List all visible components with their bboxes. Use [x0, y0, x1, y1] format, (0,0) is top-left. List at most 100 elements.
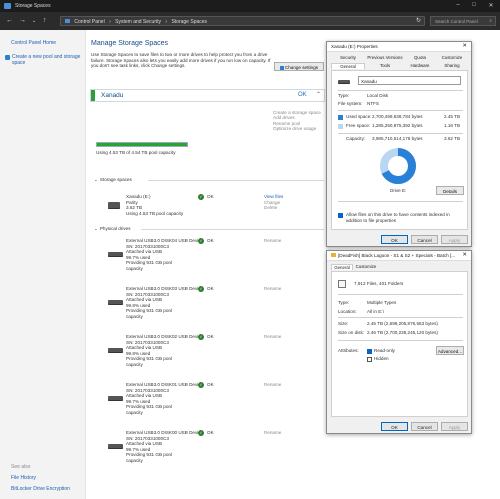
tab-customize[interactable]: Customize: [353, 264, 379, 269]
details-button[interactable]: Details: [436, 186, 464, 195]
drive-properties-dialog: Xanadu (E:) Properties ✕ Security Previo…: [326, 41, 472, 247]
control-panel-home-link[interactable]: Control Panel Home: [11, 40, 56, 46]
ok-button[interactable]: OK: [381, 235, 408, 244]
view-files-link[interactable]: View files: [264, 194, 283, 200]
cancel-button[interactable]: Cancel: [411, 422, 438, 431]
divider: [338, 133, 463, 134]
close-icon[interactable]: ✕: [462, 252, 467, 258]
storage-spaces-app-icon: [4, 3, 11, 9]
search-placeholder: Search Control Panel: [435, 19, 478, 24]
drive-name: External USB3.0 DISK03 USB Device: [126, 286, 204, 291]
readonly-checkbox[interactable]: [367, 349, 372, 354]
hidden-checkbox[interactable]: [367, 357, 372, 362]
cancel-button[interactable]: Cancel: [411, 235, 438, 244]
storage-space-drive-icon: [108, 202, 120, 209]
tab-hardware[interactable]: Hardware: [405, 63, 435, 68]
minimize-button[interactable]: –: [451, 2, 465, 8]
left-nav-pane: Control Panel Home Create a new pool and…: [0, 30, 86, 499]
storage-spaces-label: Storage spaces: [99, 177, 132, 182]
drive-label-input[interactable]: Xanadu: [358, 76, 461, 85]
bitlocker-link[interactable]: BitLocker Drive Encryption: [11, 486, 70, 492]
back-arrow-icon[interactable]: ←: [6, 17, 13, 24]
maximize-button[interactable]: □: [467, 2, 481, 8]
drive-caption: Drive E:: [390, 188, 407, 193]
advanced-button[interactable]: Advanced...: [436, 346, 464, 355]
pool-status-bar: [91, 90, 95, 101]
space-status: OK: [207, 194, 214, 199]
drive-status: OK: [207, 430, 214, 435]
pool-usage-fill: [97, 143, 187, 146]
close-button[interactable]: ✕: [484, 2, 498, 9]
physical-drives-header[interactable]: ⌄ Physical drives: [94, 226, 131, 232]
tab-security[interactable]: Security: [331, 55, 365, 60]
address-bar[interactable]: Control Panel › System and Security › St…: [60, 16, 425, 26]
tab-sharing[interactable]: Sharing: [435, 63, 469, 68]
page-description: Use Storage Spaces to save files to two …: [91, 52, 271, 69]
create-pool-link[interactable]: Create a new pool and storage space: [12, 54, 82, 66]
collapse-chevron-icon: ⌄: [94, 226, 98, 231]
capacity-size: 3.62 TB: [444, 136, 461, 141]
rename-drive-link[interactable]: Rename: [264, 430, 281, 436]
divider: [148, 180, 324, 181]
apply-button[interactable]: Apply: [441, 235, 468, 244]
tab-tools[interactable]: Tools: [365, 63, 405, 68]
breadcrumb-storage-spaces[interactable]: Storage Spaces: [171, 19, 207, 25]
breadcrumb-control-panel[interactable]: Control Panel: [74, 19, 104, 25]
close-icon[interactable]: ✕: [462, 43, 467, 49]
optimize-drive-link[interactable]: Optimize drive usage: [273, 126, 323, 131]
drive-info: External USB3.0 DISK00 USB Device SN: 201…: [126, 430, 203, 464]
general-tab-panel: Xanadu Type: Local Disk File system: NTF…: [331, 70, 468, 230]
shield-icon: [5, 55, 10, 60]
tab-quota[interactable]: Quota: [405, 55, 435, 60]
index-checkbox[interactable]: [338, 213, 343, 218]
collapse-chevron-icon[interactable]: ⌃: [316, 91, 321, 98]
physical-drives-label: Physical drives: [99, 226, 131, 231]
ok-check-icon: ✓: [198, 286, 204, 292]
rename-drive-link[interactable]: Rename: [264, 238, 281, 244]
see-also-label: See also: [11, 464, 31, 470]
free-size: 1.16 TB: [444, 123, 461, 128]
rename-drive-link[interactable]: Rename: [264, 382, 281, 388]
pool-header: Xanadu OK ⌃: [90, 89, 325, 102]
size-on-disk-value: 2.46 TB (2,700,235,245,120 bytes): [367, 330, 438, 335]
tab-previous-versions[interactable]: Previous Versions: [365, 55, 405, 60]
breadcrumb-system-security[interactable]: System and Security: [115, 19, 161, 25]
type-label: Type:: [338, 93, 350, 98]
space-actions: View files Change Delete: [264, 194, 283, 211]
pool-usage-text: Using 4.53 TB of 4.54 TB pool capacity: [96, 150, 176, 155]
pool-status: OK: [298, 92, 307, 98]
navigation-bar: ← → ⌄ ↑ Control Panel › System and Secur…: [0, 12, 500, 30]
drive-status: OK: [207, 286, 214, 291]
search-input[interactable]: Search Control Panel ⌕: [430, 16, 496, 26]
forward-arrow-icon[interactable]: →: [19, 17, 26, 24]
change-settings-button[interactable]: Change settings: [274, 62, 324, 71]
used-swatch: [338, 115, 343, 120]
file-history-link[interactable]: File History: [11, 475, 36, 481]
free-swatch: [338, 124, 343, 129]
recent-locations-chevron-icon[interactable]: ⌄: [32, 18, 36, 24]
divider: [338, 90, 463, 91]
drive-icon: [338, 80, 350, 84]
main-content: Manage Storage Spaces Use Storage Spaces…: [86, 30, 326, 499]
rename-drive-link[interactable]: Rename: [264, 286, 281, 292]
usage-donut-chart: [380, 148, 416, 184]
ok-check-icon: ✓: [198, 194, 204, 200]
readonly-label: Read-only: [374, 348, 395, 353]
dialog-titlebar: Xanadu (E:) Properties ✕: [327, 42, 471, 52]
fs-value: NTFS: [367, 101, 379, 106]
shield-icon: [279, 65, 284, 70]
tab-general[interactable]: General: [331, 264, 353, 270]
ok-button[interactable]: OK: [381, 422, 408, 431]
page-title: Manage Storage Spaces: [91, 40, 169, 47]
dialog-titlebar: [DeadFish] Black Lagoon - S1 & S2 + Spec…: [327, 251, 471, 261]
ok-check-icon: ✓: [198, 430, 204, 436]
storage-spaces-header[interactable]: ⌄ Storage spaces: [94, 177, 132, 183]
rename-drive-link[interactable]: Rename: [264, 334, 281, 340]
delete-space-link[interactable]: Delete: [264, 205, 283, 211]
apply-button[interactable]: Apply: [441, 422, 468, 431]
tab-general[interactable]: General: [331, 63, 365, 69]
refresh-icon[interactable]: ↻: [416, 17, 421, 24]
location-value: All in E:\: [367, 309, 384, 314]
up-arrow-icon[interactable]: ↑: [43, 17, 47, 24]
tab-customize[interactable]: Customize: [435, 55, 469, 60]
